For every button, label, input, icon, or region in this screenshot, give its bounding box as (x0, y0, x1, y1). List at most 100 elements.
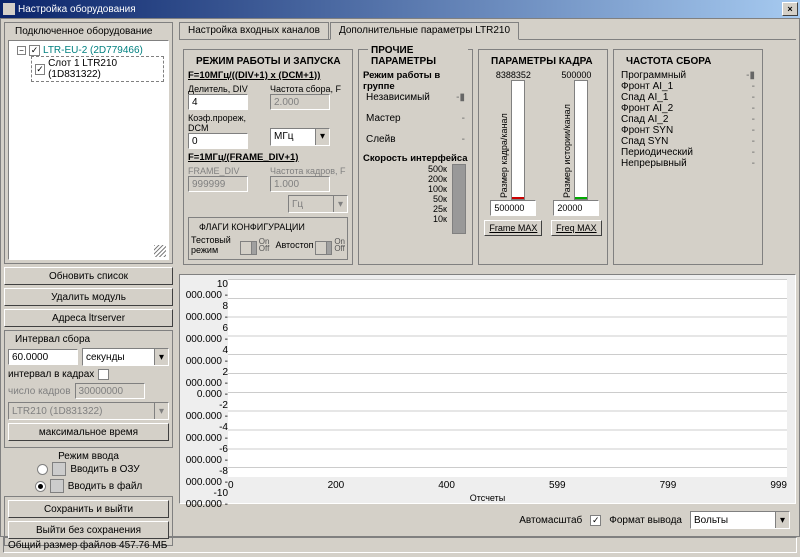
plot-area (228, 279, 787, 477)
freq-indicator[interactable]: -▮ (746, 70, 755, 81)
fdiv-label: FRAME_DIV (188, 166, 266, 176)
freq-unit-label: МГц (274, 131, 293, 142)
group-mode-label: Режим работы в группе (363, 70, 468, 92)
close-icon[interactable]: × (782, 2, 798, 16)
in-frames-checkbox[interactable] (98, 369, 109, 380)
tree-title: Подключенное оборудование (12, 26, 155, 37)
freq-indicator[interactable]: - (752, 114, 755, 125)
freq-title: ЧАСТОТА СБОРА (623, 56, 714, 67)
dcm-input[interactable] (188, 133, 248, 149)
checkbox-child[interactable]: ✓ (35, 64, 45, 75)
ram-icon (52, 462, 66, 476)
radio-ram[interactable] (37, 464, 48, 475)
testmode-toggle[interactable] (240, 241, 257, 255)
frame-fieldset: ПАРАМЕТРЫ КАДРА 8388352 Размер кадра/кан… (478, 49, 608, 265)
slave-indicator[interactable]: - (462, 134, 465, 145)
chart-area[interactable]: 10 000.000 -8 000.000 -6 000.000 -4 000.… (179, 274, 796, 504)
mode-title: РЕЖИМ РАБОТЫ И ЗАПУСКА (193, 56, 344, 67)
testmode-label: Тестовый режим (191, 235, 238, 255)
frate-unit-label: Гц (292, 199, 303, 210)
freq-indicator[interactable]: - (752, 136, 755, 147)
flags-title: ФЛАГИ КОНФИГУРАЦИИ (196, 222, 308, 232)
file-icon (50, 479, 64, 493)
frate-input (270, 176, 330, 192)
freq-row-label: Спад SYN (621, 136, 668, 147)
status-bar: Общий размер файлов 457.76 МБ (3, 537, 797, 553)
ltrserver-addr-button[interactable]: Адреса ltrserver (4, 309, 173, 327)
file-label: Вводить в файл (68, 481, 143, 492)
chevron-down-icon: ▾ (775, 512, 789, 528)
device-tree[interactable]: − ✓ LTR-EU-2 (2D779466) ✓ Слот 1 LTR210 … (8, 40, 169, 260)
interval-unit-select[interactable]: секунды ▾ (82, 348, 169, 366)
tab-strip: Настройка входных каналов Дополнительные… (179, 22, 796, 40)
freq-row[interactable]: Спад SYN - (618, 136, 758, 147)
div-input[interactable] (188, 94, 248, 110)
frame-left-input[interactable] (490, 200, 536, 216)
iface-slider[interactable] (452, 164, 466, 234)
max-time-button[interactable]: максимальное время (8, 423, 169, 441)
tree-root-label: LTR-EU-2 (2D779466) (43, 45, 143, 56)
freq-row-label: Спад AI_1 (621, 92, 668, 103)
freq-row[interactable]: Фронт AI_2- (618, 103, 758, 114)
input-mode-title: Режим ввода (4, 451, 173, 462)
freq-indicator[interactable]: - (752, 81, 755, 92)
freq-row[interactable]: Спад AI_1 - (618, 92, 758, 103)
delete-module-button[interactable]: Удалить модуль (4, 288, 173, 306)
frame-left-side: Размер кадра/канал (499, 80, 509, 200)
save-group: Сохранить и выйти Выйти без сохранения (4, 496, 173, 546)
autoscale-checkbox[interactable]: ✓ (590, 515, 601, 526)
freq-input (270, 94, 330, 110)
app-icon (3, 3, 15, 15)
save-exit-button[interactable]: Сохранить и выйти (8, 500, 169, 518)
freq-indicator[interactable]: - (752, 103, 755, 114)
refresh-list-button[interactable]: Обновить список (4, 267, 173, 285)
indep-indicator[interactable]: -▮ (456, 92, 465, 103)
freq-row-label: Непрерывный (621, 158, 687, 169)
freq-row-label: Фронт SYN (621, 125, 673, 136)
master-indicator[interactable]: - (462, 113, 465, 124)
tab-extra-params[interactable]: Дополнительные параметры LTR210 (330, 22, 519, 40)
freq-row-label: Программный (621, 70, 686, 81)
freq-unit-select[interactable]: МГц ▾ (270, 128, 330, 146)
title-bar: Настройка оборудования × (0, 0, 800, 18)
window-title: Настройка оборудования (18, 4, 136, 15)
freq-row-label: Фронт AI_1 (621, 81, 673, 92)
tab-input-channels[interactable]: Настройка входных каналов (179, 22, 329, 39)
freq-label: Частота сбора, F (270, 84, 348, 94)
checkbox-root[interactable]: ✓ (29, 45, 40, 56)
tree-child[interactable]: ✓ Слот 1 LTR210 (1D831322) (31, 56, 164, 82)
freq-row[interactable]: Фронт AI_1 - (618, 81, 758, 92)
frame-right-slider[interactable] (574, 80, 588, 200)
module-select: LTR210 (1D831322) ▾ (8, 402, 169, 420)
iface-scale: 500к 200к 100к 50к 25к 10к (363, 164, 447, 234)
tree-root[interactable]: − ✓ LTR-EU-2 (2D779466) (17, 45, 164, 56)
x-axis: 0200400599799999 (228, 480, 787, 491)
master-label: Мастер (366, 113, 401, 124)
freq-indicator[interactable]: - (752, 92, 755, 103)
interval-value-input[interactable] (8, 349, 78, 365)
freq-row[interactable]: Программный -▮ (618, 70, 758, 81)
freq-row[interactable]: Фронт SYN - (618, 125, 758, 136)
module-select-label: LTR210 (1D831322) (12, 406, 102, 417)
resize-handle-icon[interactable] (154, 245, 166, 257)
chevron-down-icon: ▾ (154, 403, 168, 419)
format-select[interactable]: Вольты ▾ (690, 511, 790, 529)
freq-row[interactable]: Периодический- (618, 147, 758, 158)
autostop-toggle[interactable] (315, 241, 332, 255)
frame-max-button[interactable]: Frame MAX (484, 220, 542, 236)
freq-indicator[interactable]: - (752, 158, 755, 169)
radio-file[interactable] (35, 481, 46, 492)
frame-right-input[interactable] (553, 200, 599, 216)
freq-indicator[interactable]: - (752, 147, 755, 158)
chevron-down-icon: ▾ (315, 129, 329, 145)
frame-left-top: 8388352 (496, 70, 531, 80)
frame-right-side: Размер истории/канал (562, 80, 572, 200)
freq-row[interactable]: Спад AI_2- (618, 114, 758, 125)
freq-max-button[interactable]: Freq MAX (551, 220, 602, 236)
frame-left-slider[interactable] (511, 80, 525, 200)
flags-fieldset: ФЛАГИ КОНФИГУРАЦИИ Тестовый режим OnOff … (188, 217, 348, 260)
tree-expander-icon[interactable]: − (17, 46, 26, 55)
freq-row[interactable]: Непрерывный - (618, 158, 758, 169)
freq-indicator[interactable]: - (752, 125, 755, 136)
exit-nosave-button[interactable]: Выйти без сохранения (8, 521, 169, 539)
